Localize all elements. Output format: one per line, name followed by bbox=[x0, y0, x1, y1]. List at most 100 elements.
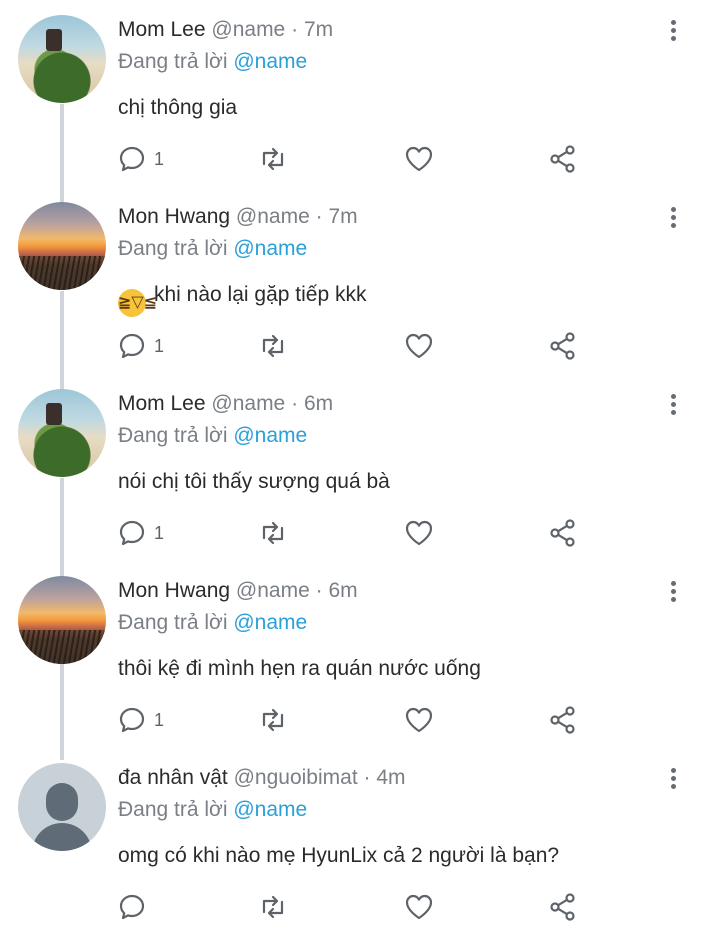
post-header: đa nhân vật @nguoibimat · 4m bbox=[118, 765, 406, 791]
reply-button[interactable]: 1 bbox=[118, 330, 164, 362]
user-handle[interactable]: @nguoibimat bbox=[234, 766, 358, 789]
reply-button[interactable]: 1 bbox=[118, 517, 164, 549]
replying-to: Đang trả lời @name bbox=[118, 797, 307, 823]
share-button[interactable] bbox=[548, 517, 578, 549]
post-header: Mon Hwang @name · 7m bbox=[118, 204, 358, 230]
retweet-icon bbox=[262, 895, 284, 919]
retweet-button[interactable] bbox=[258, 891, 288, 923]
post-text: omg có khi nào mẹ HyunLix cả 2 người là … bbox=[118, 844, 560, 867]
separator-dot: · bbox=[315, 205, 323, 228]
reply-count: 1 bbox=[154, 148, 165, 169]
share-icon bbox=[550, 145, 575, 173]
replying-to-label: Đang trả lời bbox=[118, 798, 228, 821]
reply-icon bbox=[119, 707, 145, 733]
replying-to-label: Đang trả lời bbox=[118, 50, 228, 73]
avatar[interactable] bbox=[18, 15, 106, 103]
display-name[interactable]: đa nhân vật bbox=[118, 766, 228, 789]
retweet-button[interactable] bbox=[258, 704, 288, 736]
mention-link[interactable]: @name bbox=[233, 237, 307, 260]
replying-to: Đang trả lời @name bbox=[118, 49, 307, 75]
default-avatar[interactable] bbox=[18, 763, 106, 851]
reply-icon bbox=[119, 894, 145, 920]
retweet-icon bbox=[262, 521, 284, 545]
reply-post[interactable]: Mom Lee @name · 6m Đang trả lời @name nó… bbox=[0, 389, 720, 561]
share-icon bbox=[550, 706, 575, 734]
post-header: Mon Hwang @name · 6m bbox=[118, 578, 358, 604]
like-button[interactable] bbox=[404, 704, 434, 736]
more-vertical-icon[interactable] bbox=[664, 17, 684, 43]
user-handle[interactable]: @name bbox=[236, 579, 310, 602]
timestamp[interactable]: 7m bbox=[304, 18, 333, 41]
avatar[interactable] bbox=[18, 389, 106, 477]
user-handle[interactable]: @name bbox=[236, 205, 310, 228]
share-button[interactable] bbox=[548, 143, 578, 175]
reply-post[interactable]: đa nhân vật @nguoibimat · 4m Đang trả lờ… bbox=[0, 763, 720, 935]
like-button[interactable] bbox=[404, 330, 434, 362]
heart-icon bbox=[405, 707, 433, 733]
display-name[interactable]: Mom Lee bbox=[118, 392, 206, 415]
replying-to-label: Đang trả lời bbox=[118, 237, 228, 260]
action-bar bbox=[118, 891, 598, 923]
share-button[interactable] bbox=[548, 891, 578, 923]
share-icon bbox=[550, 332, 575, 360]
more-vertical-icon[interactable] bbox=[664, 391, 684, 417]
avatar[interactable] bbox=[18, 576, 106, 664]
avatar-body-shape bbox=[32, 823, 92, 851]
reply-button[interactable]: 1 bbox=[118, 143, 164, 175]
display-name[interactable]: Mon Hwang bbox=[118, 205, 230, 228]
display-name[interactable]: Mon Hwang bbox=[118, 579, 230, 602]
retweet-button[interactable] bbox=[258, 517, 288, 549]
replying-to-label: Đang trả lời bbox=[118, 611, 228, 634]
mention-link[interactable]: @name bbox=[233, 424, 307, 447]
reply-icon bbox=[119, 520, 145, 546]
more-vertical-icon[interactable] bbox=[664, 204, 684, 230]
heart-icon bbox=[405, 333, 433, 359]
timestamp[interactable]: 7m bbox=[328, 205, 357, 228]
action-bar: 1 bbox=[118, 517, 598, 549]
post-text-container: ≧▽≦khi nào lại gặp tiếp kkk bbox=[118, 282, 366, 317]
more-vertical-icon[interactable] bbox=[664, 578, 684, 604]
reply-count: 1 bbox=[154, 335, 165, 356]
like-button[interactable] bbox=[404, 891, 434, 923]
timestamp[interactable]: 6m bbox=[328, 579, 357, 602]
user-handle[interactable]: @name bbox=[211, 392, 285, 415]
reply-post[interactable]: Mon Hwang @name · 6m Đang trả lời @name … bbox=[0, 576, 720, 748]
post-text: chị thông gia bbox=[118, 96, 238, 119]
reply-count: 1 bbox=[154, 522, 165, 543]
like-button[interactable] bbox=[404, 143, 434, 175]
like-button[interactable] bbox=[404, 517, 434, 549]
separator-dot: · bbox=[291, 392, 299, 415]
action-bar: 1 bbox=[118, 143, 598, 175]
separator-dot: · bbox=[363, 766, 371, 789]
retweet-button[interactable] bbox=[258, 143, 288, 175]
display-name[interactable]: Mom Lee bbox=[118, 18, 206, 41]
share-button[interactable] bbox=[548, 330, 578, 362]
timestamp[interactable]: 4m bbox=[376, 766, 405, 789]
reply-button[interactable] bbox=[118, 891, 154, 923]
reply-post[interactable]: Mom Lee @name · 7m Đang trả lời @name ch… bbox=[0, 15, 720, 187]
more-vertical-icon[interactable] bbox=[664, 765, 684, 791]
replying-to: Đang trả lời @name bbox=[118, 423, 307, 449]
reply-count: 1 bbox=[154, 709, 165, 730]
mention-link[interactable]: @name bbox=[233, 50, 307, 73]
retweet-icon bbox=[262, 708, 284, 732]
heart-icon bbox=[405, 894, 433, 920]
post-header: Mom Lee @name · 7m bbox=[118, 17, 333, 43]
timestamp[interactable]: 6m bbox=[304, 392, 333, 415]
heart-icon bbox=[405, 520, 433, 546]
post-text: thôi kệ đi mình hẹn ra quán nước uống bbox=[118, 657, 481, 680]
avatar[interactable] bbox=[18, 202, 106, 290]
user-handle[interactable]: @name bbox=[211, 18, 285, 41]
share-button[interactable] bbox=[548, 704, 578, 736]
retweet-icon bbox=[262, 334, 284, 358]
reply-icon bbox=[119, 146, 145, 172]
mention-link[interactable]: @name bbox=[233, 611, 307, 634]
reply-button[interactable]: 1 bbox=[118, 704, 164, 736]
replying-to: Đang trả lời @name bbox=[118, 610, 307, 636]
mention-link[interactable]: @name bbox=[233, 798, 307, 821]
replying-to-label: Đang trả lời bbox=[118, 424, 228, 447]
post-header: Mom Lee @name · 6m bbox=[118, 391, 333, 417]
avatar-head-shape bbox=[46, 783, 78, 821]
retweet-button[interactable] bbox=[258, 330, 288, 362]
reply-post[interactable]: Mon Hwang @name · 7m Đang trả lời @name … bbox=[0, 202, 720, 374]
